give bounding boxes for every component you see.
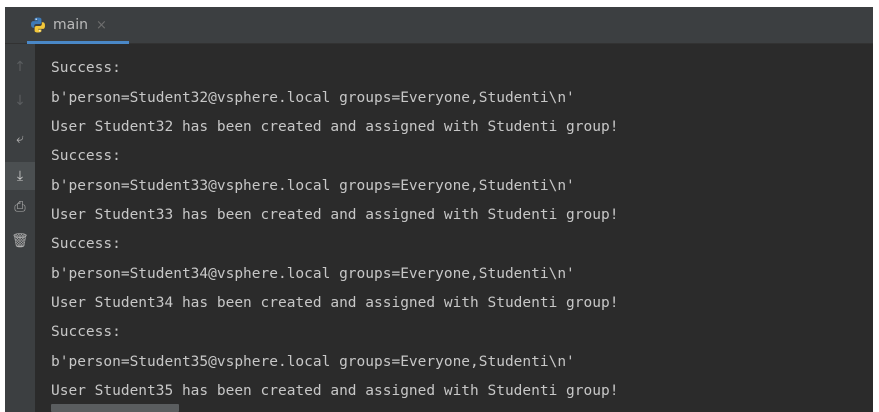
horizontal-scrollbar[interactable] (51, 404, 179, 412)
console-line: User Student32 has been created and assi… (51, 119, 619, 135)
console-toolbar: ↑ ↓ ⤶ ⤓ ⎙ 🗑 (5, 44, 35, 412)
tab-label: main (53, 17, 88, 33)
scroll-to-end-icon[interactable]: ⤓ (5, 162, 35, 190)
console-line: b'person=Student32@vsphere.local groups=… (51, 90, 575, 106)
console-line: b'person=Student35@vsphere.local groups=… (51, 354, 575, 370)
console-output[interactable]: Success: b'person=Student32@vsphere.loca… (51, 44, 873, 412)
trash-icon[interactable]: 🗑 (5, 230, 35, 252)
up-arrow-icon[interactable]: ↑ (5, 56, 35, 78)
run-console-window: main × ↑ ↓ ⤶ ⤓ ⎙ 🗑 Success: b'person=Stu… (5, 7, 873, 412)
soft-wrap-icon[interactable]: ⤶ (5, 128, 35, 150)
console-line: Success: (51, 324, 121, 340)
console-line: User Student35 has been created and assi… (51, 383, 619, 399)
console-line: b'person=Student33@vsphere.local groups=… (51, 178, 575, 194)
python-icon (31, 17, 45, 33)
down-arrow-icon[interactable]: ↓ (5, 90, 35, 112)
console-line: b'person=Student34@vsphere.local groups=… (51, 266, 575, 282)
console-line: Success: (51, 60, 121, 76)
tab-bar: main × (5, 7, 873, 44)
tab-main[interactable]: main × (27, 7, 129, 44)
console-line: Success: (51, 148, 121, 164)
console-line: User Student34 has been created and assi… (51, 295, 619, 311)
console-line: Success: (51, 236, 121, 252)
print-icon[interactable]: ⎙ (5, 196, 35, 218)
console-line: User Student33 has been created and assi… (51, 207, 619, 223)
close-icon[interactable]: × (96, 18, 107, 33)
